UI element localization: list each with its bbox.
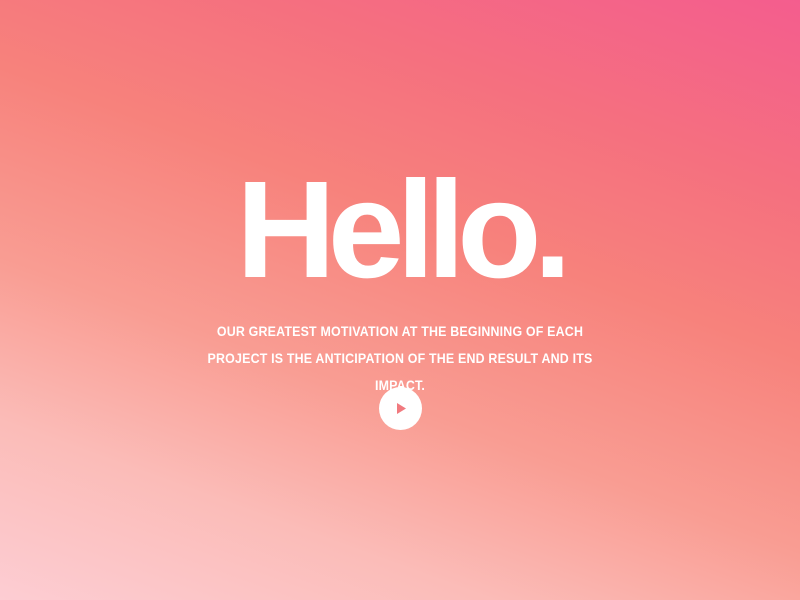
- play-icon: [397, 403, 406, 414]
- hero-section: Hello. Our greatest motivation at the be…: [0, 0, 800, 600]
- hero-title: Hello.: [236, 153, 572, 307]
- play-button[interactable]: [379, 387, 422, 430]
